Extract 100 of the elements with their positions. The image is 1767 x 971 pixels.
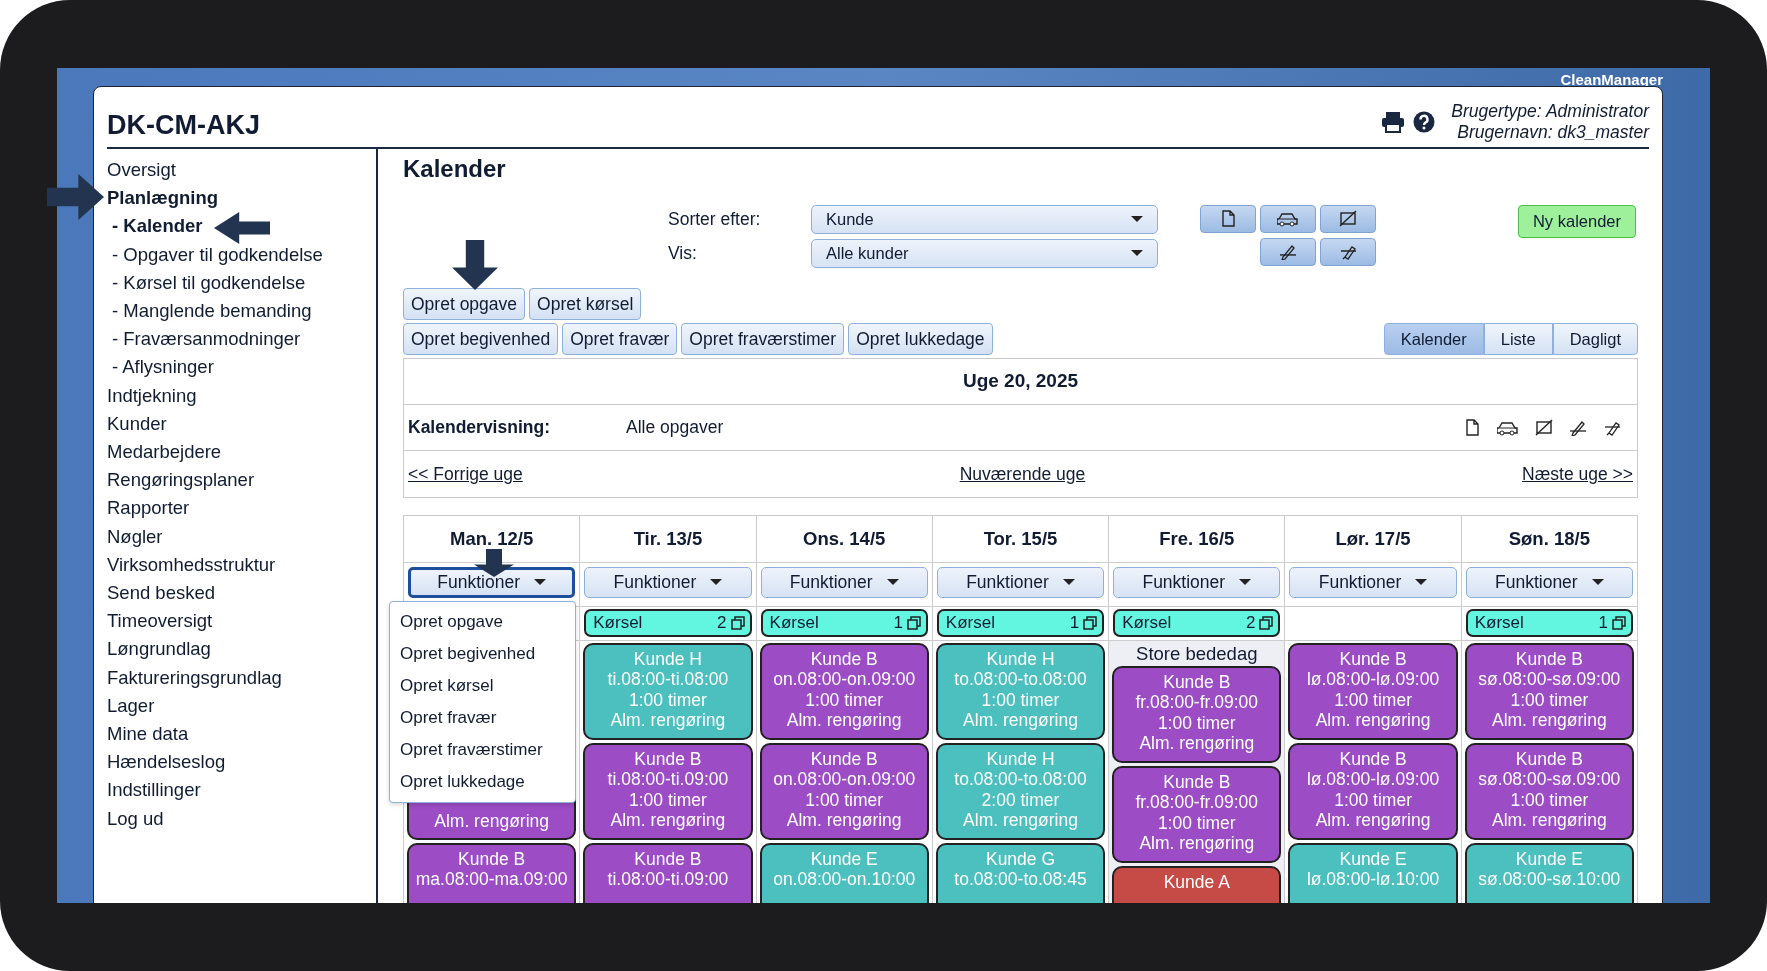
day-header: Lør. 17/5 — [1335, 526, 1411, 551]
driving-tag[interactable]: Kørsel 1 — [1465, 608, 1633, 637]
holiday-label: Store bededag — [1135, 643, 1259, 664]
day-header: Ons. 14/5 — [803, 526, 886, 551]
page-title: DK-CM-AKJ — [107, 108, 260, 141]
action-button[interactable]: Opret fravær — [562, 322, 678, 355]
sidebar-item[interactable]: Log ud — [107, 804, 376, 833]
sidebar-item[interactable]: Hændelseslog — [107, 748, 376, 777]
action-button[interactable]: Opret lukkedage — [848, 322, 993, 355]
sidebar-item[interactable]: Planlægning — [107, 184, 376, 213]
functions-dropdown[interactable]: Funktioner — [1113, 566, 1281, 598]
toolbar-button[interactable] — [1320, 237, 1376, 266]
sidebar-item[interactable]: Rapporter — [107, 494, 376, 523]
event-card[interactable]: Kunde B ma.08:00-ma.09:00 — [407, 842, 577, 903]
user-type: Brugertype: Administrator — [1451, 101, 1649, 122]
next-week-link[interactable]: Næste uge >> — [1522, 460, 1633, 487]
sidebar-item[interactable]: Nøgler — [107, 522, 376, 551]
sidebar-item[interactable]: Indtjekning — [107, 381, 376, 410]
print-icon[interactable] — [1381, 111, 1406, 133]
sidebar-item[interactable]: Løngrundlag — [107, 635, 376, 664]
event-card[interactable]: Kunde B fr.08:00-fr.09:00 1:00 timer Alm. rengøring — [1112, 665, 1282, 763]
action-button[interactable]: Opret begivenhed — [403, 322, 559, 355]
event-card[interactable]: Kunde B ti.08:00-ti.09:00 — [583, 842, 753, 903]
caret-icon — [1239, 579, 1252, 586]
sidebar-item[interactable]: Rengøringsplaner — [107, 466, 376, 495]
event-card[interactable]: Kunde B on.08:00-on.09:00 1:00 timer Alm. rengøring — [759, 642, 929, 740]
event-card[interactable]: Kunde B fr.08:00-fr.09:00 1:00 timer Alm. rengøring — [1112, 765, 1282, 863]
event-card[interactable]: Kunde B on.08:00-on.09:00 1:00 timer Alm. rengøring — [759, 742, 929, 840]
sidebar-item[interactable]: Virksomhedsstruktur — [107, 550, 376, 580]
sidebar-item[interactable]: - Opgaver til godkendelse — [107, 240, 376, 269]
crossed-square-icon — [1339, 210, 1357, 228]
action-button[interactable]: Opret kørsel — [529, 287, 642, 320]
driving-tag[interactable]: Kørsel 1 — [760, 608, 928, 637]
caret-icon — [1591, 579, 1604, 586]
document-icon[interactable] — [1464, 418, 1481, 436]
toolbar-button[interactable] — [1260, 204, 1316, 233]
sidebar-item[interactable]: Faktureringsgrundlag — [107, 663, 376, 692]
dropdown-field[interactable]: Kunde — [811, 204, 1158, 234]
crossed-pen-icon — [1279, 243, 1297, 261]
caret-icon — [886, 579, 899, 586]
action-button[interactable]: Opret fraværstimer — [681, 322, 845, 355]
field-label: Sorter efter: — [668, 208, 762, 232]
functions-dropdown[interactable]: Funktioner — [760, 566, 928, 598]
view-tab[interactable]: Kalender — [1383, 322, 1484, 355]
day-header: Man. 12/5 — [450, 526, 534, 551]
sidebar-item[interactable]: Timeoversigt — [107, 607, 376, 636]
windows-icon — [1612, 615, 1626, 630]
caret-icon — [1415, 579, 1428, 586]
sidebar-item[interactable]: - Kalender — [107, 212, 376, 241]
windows-icon — [730, 615, 745, 630]
day-header: Fre. 16/5 — [1159, 526, 1235, 551]
toolbar-button[interactable] — [1260, 237, 1316, 266]
menu-item[interactable]: Opret fraværstimer — [390, 733, 575, 766]
functions-dropdown[interactable]: Funktioner — [408, 566, 576, 598]
help-icon[interactable] — [1413, 111, 1436, 133]
sidebar-item[interactable]: Lager — [107, 691, 376, 721]
functions-dropdown[interactable]: Funktioner — [936, 566, 1105, 598]
functions-dropdown[interactable]: Funktioner — [584, 566, 752, 598]
previous-week-link[interactable]: << Forrige uge — [408, 460, 523, 487]
menu-item[interactable]: Opret begivenhed — [390, 637, 575, 670]
sidebar-item[interactable]: Indstillinger — [107, 776, 376, 805]
sidebar-item[interactable]: Oversigt — [107, 156, 376, 185]
view-tab[interactable]: Liste — [1483, 322, 1553, 355]
dropdown-field[interactable]: Alle kunder — [811, 238, 1158, 268]
sidebar-item[interactable]: - Fraværsanmodninger — [107, 325, 376, 354]
event-card[interactable]: Kunde B lø.08:00-lø.09:00 1:00 timer Alm. rengøring — [1288, 642, 1458, 740]
sidebar-item[interactable]: Kunder — [107, 409, 376, 439]
current-week-link[interactable]: Nuværende uge — [959, 460, 1086, 487]
caret-icon — [1131, 250, 1143, 257]
day-header: Tor. 15/5 — [983, 526, 1058, 551]
toolbar-button[interactable] — [1320, 204, 1376, 233]
menu-item[interactable]: Opret kørsel — [390, 669, 575, 702]
new-calendar-button[interactable]: Ny kalender — [1517, 204, 1636, 238]
driving-tag[interactable]: Kørsel 2 — [1113, 608, 1281, 637]
event-card[interactable]: Kunde B ti.08:00-ti.09:00 1:00 timer Alm. rengøring — [583, 742, 753, 840]
sidebar-item[interactable]: Mine data — [107, 720, 376, 749]
event-card[interactable]: Kunde B sø.08:00-sø.09:00 1:00 timer Alm. rengøring — [1464, 642, 1634, 740]
sidebar-item[interactable]: Medarbejdere — [107, 438, 376, 467]
crossed-square-icon[interactable] — [1535, 418, 1553, 436]
sidebar-item[interactable]: - Kørsel til godkendelse — [107, 268, 376, 297]
driving-tag[interactable]: Kørsel 1 — [936, 608, 1105, 637]
view-tab[interactable]: Dagligt — [1552, 322, 1638, 355]
event-card[interactable]: Kunde B sø.08:00-sø.09:00 1:00 timer Alm. rengøring — [1464, 742, 1634, 840]
driving-tag[interactable]: Kørsel 2 — [584, 608, 752, 637]
menu-item[interactable]: Opret fravær — [390, 701, 575, 734]
functions-dropdown[interactable]: Funktioner — [1289, 566, 1457, 598]
functions-dropdown[interactable]: Funktioner — [1465, 566, 1633, 598]
event-card[interactable]: Kunde A — [1112, 865, 1282, 903]
event-card[interactable]: Kunde B lø.08:00-lø.09:00 1:00 timer Alm. rengøring — [1288, 742, 1458, 840]
menu-item[interactable]: Opret opgave — [390, 605, 575, 638]
caret-icon — [534, 579, 546, 586]
menu-item[interactable]: Opret lukkedage — [390, 765, 575, 798]
action-button[interactable]: Opret opgave — [403, 287, 526, 320]
toolbar-button[interactable] — [1200, 204, 1256, 233]
day-header: Søn. 18/5 — [1508, 526, 1590, 551]
sidebar-item[interactable]: - Manglende bemanding — [107, 297, 376, 326]
windows-icon — [1259, 615, 1274, 630]
driving-count: 2 — [1245, 612, 1256, 635]
sidebar-item[interactable]: - Aflysninger — [107, 353, 376, 382]
sidebar-item[interactable]: Send besked — [107, 579, 376, 608]
